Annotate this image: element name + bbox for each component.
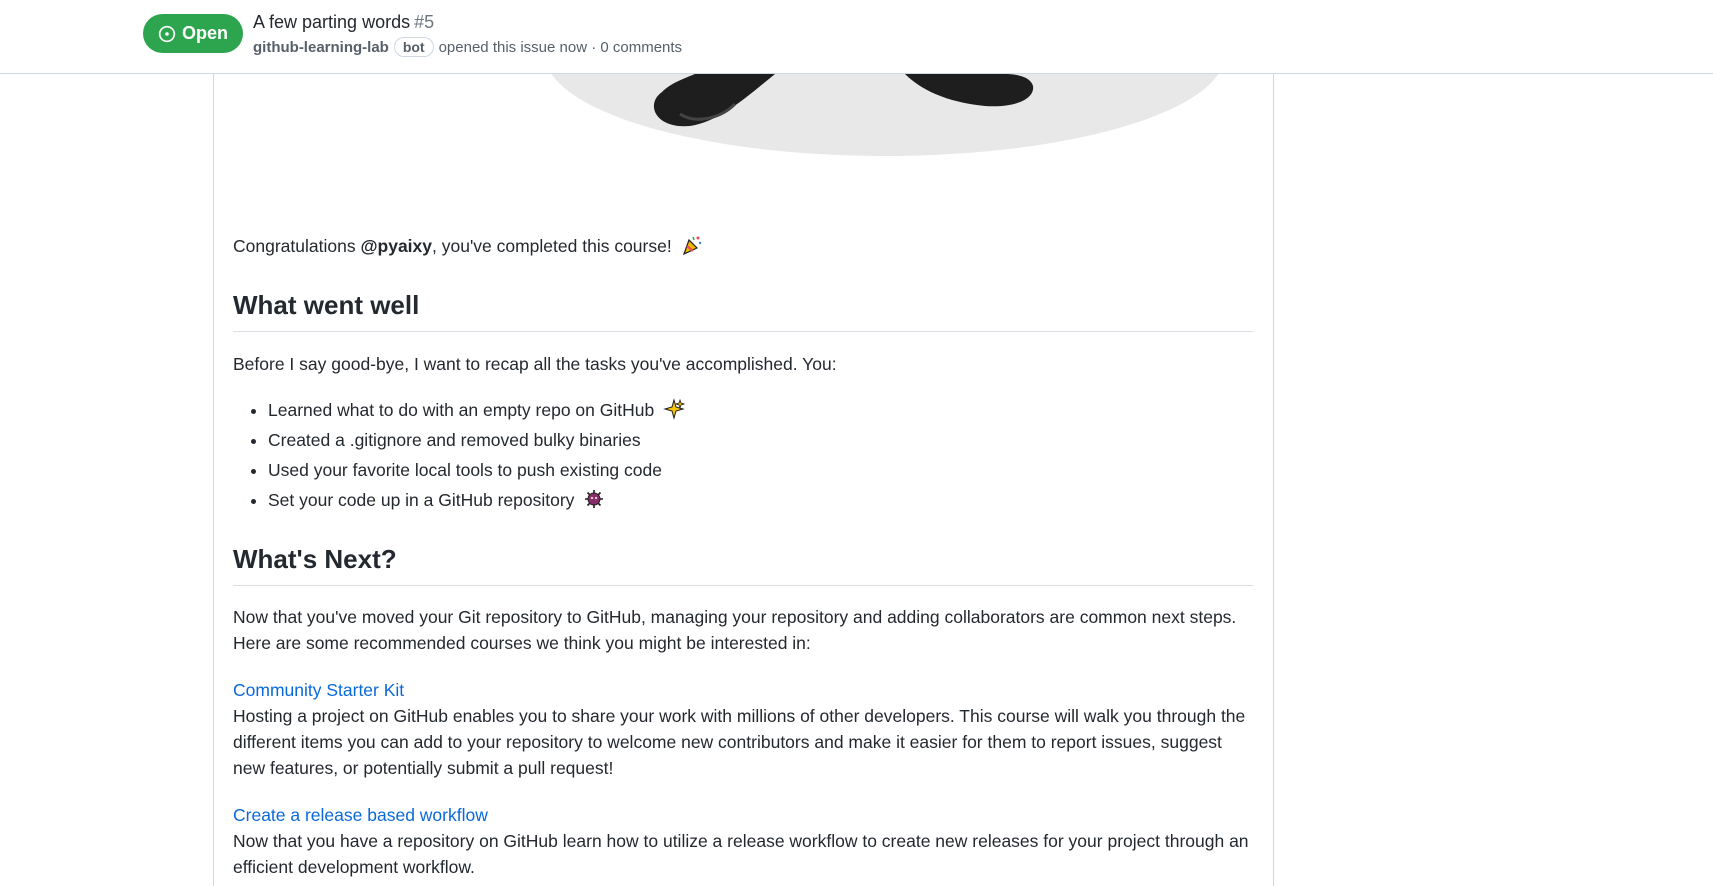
list-item-text: Learned what to do with an empty repo on… — [268, 400, 655, 420]
user-mention-link[interactable]: @pyaixy — [360, 236, 432, 256]
issue-title: A few parting words #5 — [253, 12, 434, 33]
issue-open-icon — [158, 25, 176, 42]
sparkles-icon — [663, 398, 686, 420]
course-link-community-starter-kit[interactable]: Community Starter Kit — [233, 677, 404, 703]
congrats-prefix: Congratulations — [233, 236, 361, 256]
list-item-text: Set your code up in a GitHub repository — [268, 490, 575, 510]
mascot-illustration — [551, 74, 1219, 156]
issue-sticky-header: Open A few parting words #5 github-learni… — [0, 0, 1713, 74]
list-item-text: Created a .gitignore and removed bulky b… — [268, 430, 641, 450]
heading-what-went-well: What went well — [233, 289, 1253, 332]
list-item: Created a .gitignore and removed bulky b… — [268, 427, 685, 457]
issue-meta: github-learning-lab bot opened this issu… — [253, 37, 682, 57]
course-description: Hosting a project on GitHub enables you … — [233, 706, 1246, 778]
issue-state-badge: Open — [143, 14, 243, 53]
list-item: Learned what to do with an empty repo on… — [268, 397, 686, 427]
list-item: Set your code up in a GitHub repository — [268, 487, 685, 517]
accomplished-task-list: Learned what to do with an empty repo on… — [268, 397, 686, 517]
issue-number: #5 — [414, 12, 435, 32]
next-steps-paragraph: Now that you've moved your Git repositor… — [233, 607, 1237, 653]
party-popper-icon — [682, 236, 701, 256]
bot-badge: bot — [393, 37, 434, 57]
course-link-release-workflow[interactable]: Create a release based workflow — [233, 802, 488, 828]
list-item: Used your favorite local tools to push e… — [268, 457, 685, 487]
issue-state-label: Open — [181, 23, 228, 43]
issue-author-link[interactable]: github-learning-lab — [253, 39, 389, 56]
congrats-suffix: , you've completed this course! — [432, 236, 672, 256]
list-item-text: Used your favorite local tools to push e… — [268, 460, 662, 480]
course-description: Now that you have a repository on GitHub… — [233, 831, 1249, 877]
congrats-paragraph: Congratulations @pyaixy, you've complete… — [233, 233, 703, 259]
issue-meta-text: opened this issue now · 0 comments — [438, 38, 683, 56]
issue-title-text: A few parting words — [253, 12, 411, 32]
heading-whats-next: What's Next? — [233, 543, 1253, 586]
recap-paragraph: Before I say good-bye, I want to recap a… — [233, 354, 837, 374]
octocat-icon — [585, 490, 604, 508]
